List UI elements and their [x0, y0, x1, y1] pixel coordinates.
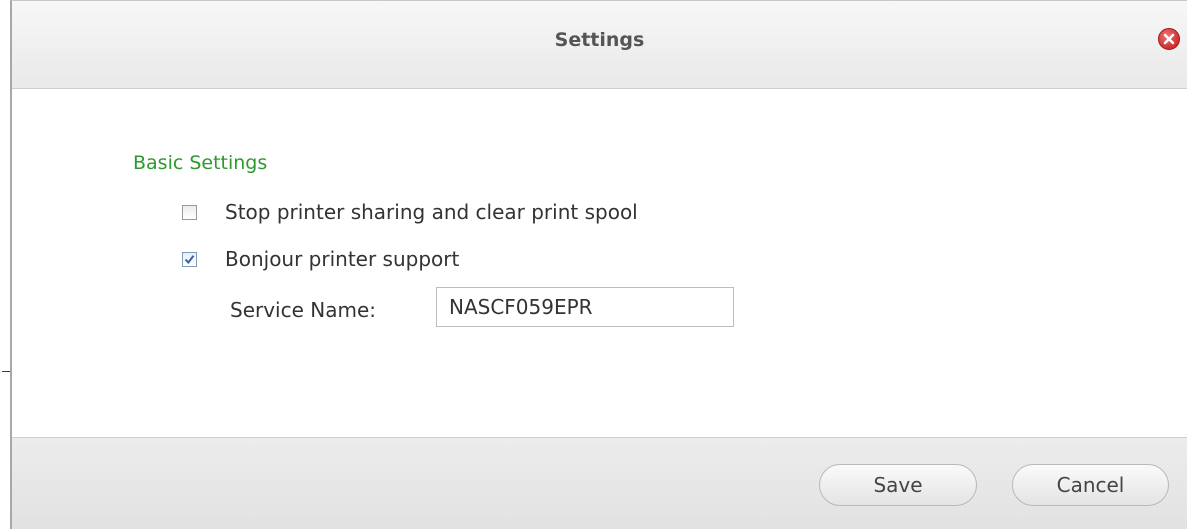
stop-sharing-checkbox[interactable]	[182, 204, 197, 220]
bonjour-checkbox[interactable]	[182, 251, 197, 267]
stop-sharing-label: Stop printer sharing and clear print spo…	[225, 200, 638, 224]
dialog-titlebar: Settings	[12, 1, 1187, 89]
settings-dialog: Settings Basic Settings Stop printer sha…	[10, 0, 1187, 529]
close-icon[interactable]	[1157, 27, 1181, 51]
section-title-basic-settings: Basic Settings	[133, 152, 268, 174]
dialog-footer	[12, 437, 1187, 529]
service-name-label: Service Name:	[230, 298, 377, 322]
bonjour-label: Bonjour printer support	[225, 247, 460, 271]
cancel-button[interactable]: Cancel	[1012, 464, 1169, 506]
option-stop-printer-sharing[interactable]: Stop printer sharing and clear print spo…	[182, 199, 638, 225]
save-button[interactable]: Save	[819, 464, 977, 506]
option-bonjour-support[interactable]: Bonjour printer support	[182, 246, 459, 272]
dialog-title: Settings	[554, 29, 645, 51]
service-name-input[interactable]	[436, 287, 734, 327]
checkmark-icon	[184, 254, 195, 264]
